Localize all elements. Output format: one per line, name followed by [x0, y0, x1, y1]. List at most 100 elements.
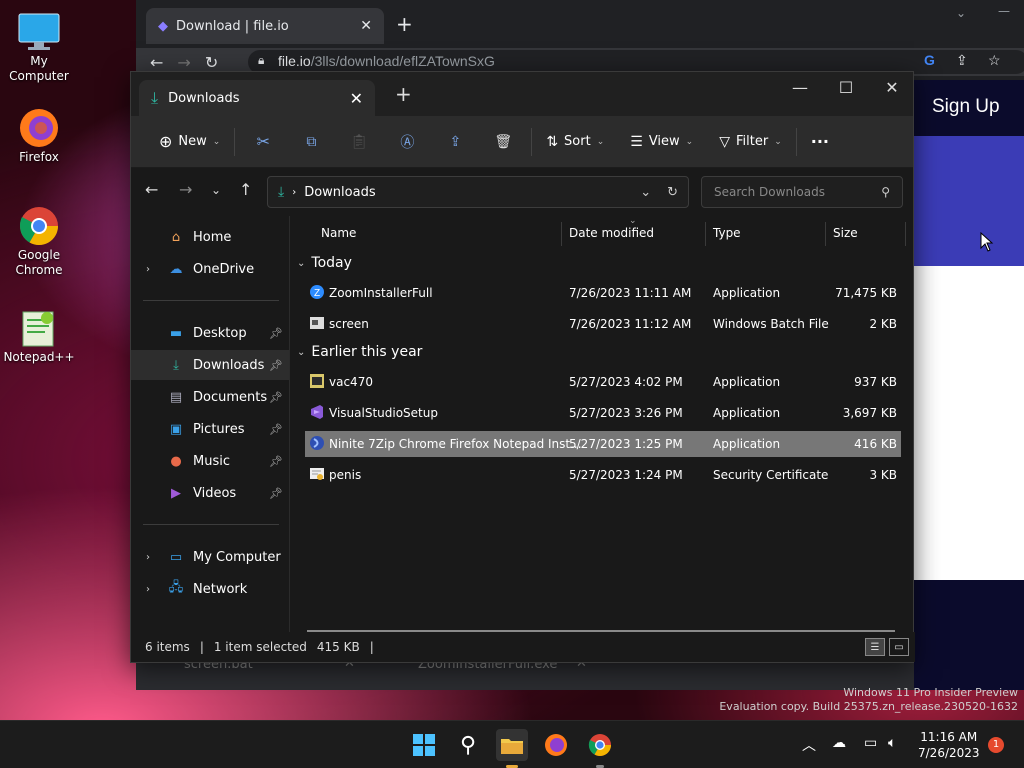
search-input[interactable]: Search Downloads ⚲ [701, 176, 903, 208]
desktop-icon-my-computer[interactable]: My Computer [0, 10, 78, 84]
chevron-down-icon: ⌄ [774, 136, 782, 147]
pin-icon[interactable]: 📌︎ [269, 487, 283, 500]
delete-button[interactable]: 🗑︎ [479, 126, 527, 158]
new-button[interactable]: ⊕ New ⌄ [149, 126, 230, 158]
explorer-tab[interactable]: ⤓ Downloads ✕ [139, 80, 375, 116]
recent-locations-chevron-icon[interactable]: ⌄ [211, 183, 221, 197]
sidebar-item-my-computer[interactable]: › ▭ My Computer [131, 542, 289, 572]
more-options-button[interactable]: ··· [801, 126, 839, 158]
chevron-down-icon[interactable]: ⌄ [640, 185, 651, 200]
star-icon[interactable]: ☆ [988, 52, 1001, 69]
cut-button[interactable]: ✂ [239, 126, 287, 158]
sidebar-item-videos[interactable]: ▶ Videos 📌︎ [131, 478, 289, 508]
copy-button[interactable]: ⧉ [287, 126, 335, 158]
sign-up-button[interactable]: Sign Up [914, 80, 1024, 136]
close-icon[interactable]: ✕ [350, 89, 363, 108]
file-size: 416 KB [854, 437, 897, 451]
firefox-taskbar-button[interactable] [540, 729, 572, 761]
sidebar-item-desktop[interactable]: ▬ Desktop 📌︎ [131, 318, 289, 348]
share-button[interactable]: ⇪ [431, 126, 479, 158]
file-row[interactable]: Z ZoomInstallerFull 7/26/2023 11:11 AM A… [305, 280, 901, 306]
column-divider[interactable] [561, 222, 562, 246]
view-button[interactable]: ☰ View ⌄ [620, 126, 703, 158]
expand-chevron-icon[interactable]: › [131, 584, 165, 595]
minimize-button[interactable]: — [777, 78, 823, 97]
status-item-count: 6 items [145, 640, 190, 654]
search-button[interactable]: ⚲ [452, 729, 484, 761]
column-divider[interactable] [705, 222, 706, 246]
toolbar-divider [795, 127, 797, 156]
sidebar-item-network[interactable]: › 🖧︎ Network [131, 574, 289, 604]
back-arrow-icon[interactable]: ← [145, 180, 158, 199]
breadcrumb-item[interactable]: Downloads [304, 185, 375, 200]
system-clock[interactable]: 11:16 AM 7/26/2023 [918, 729, 980, 761]
up-arrow-icon[interactable]: ↑ [239, 180, 252, 199]
expand-chevron-icon[interactable]: › [131, 264, 165, 275]
no-network-icon[interactable]: ☁︎ [832, 735, 846, 751]
notification-badge[interactable]: 1 [988, 737, 1004, 753]
pin-icon[interactable]: 📌︎ [269, 327, 283, 340]
group-header-today[interactable]: ⌄ Today [297, 255, 352, 271]
forward-arrow-icon[interactable]: → [179, 180, 192, 199]
forward-arrow-icon[interactable]: → [177, 53, 190, 72]
refresh-icon[interactable]: ↻ [667, 185, 678, 200]
navigation-bar: ← → ⌄ ↑ ⤓ › Downloads ⌄ ↻ Search Downloa… [131, 168, 913, 216]
address-breadcrumb[interactable]: ⤓ › Downloads ⌄ ↻ [267, 176, 689, 208]
show-hidden-icons-chevron-icon[interactable]: ︿ [802, 735, 816, 755]
file-date: 7/26/2023 11:11 AM [569, 286, 692, 300]
reload-icon[interactable]: ↻ [205, 53, 218, 72]
column-header-type[interactable]: Type [713, 226, 741, 240]
tiles-view-button[interactable]: ▭ [889, 638, 909, 656]
file-explorer-taskbar-button[interactable] [496, 729, 528, 761]
file-row[interactable]: screen 7/26/2023 11:12 AM Windows Batch … [305, 311, 901, 337]
chrome-taskbar-button[interactable] [584, 729, 616, 761]
sidebar-item-music[interactable]: ● Music 📌︎ [131, 446, 289, 476]
column-divider[interactable] [905, 222, 906, 246]
details-view-button[interactable]: ☰ [865, 638, 885, 656]
group-header-earlier-this-year[interactable]: ⌄ Earlier this year [297, 344, 422, 360]
file-row-selected[interactable]: Ninite 7Zip Chrome Firefox Notepad Inst.… [305, 431, 901, 457]
filter-button[interactable]: ▽ Filter ⌄ [709, 126, 792, 158]
sidebar-item-pictures[interactable]: ▣ Pictures 📌︎ [131, 414, 289, 444]
maximize-button[interactable]: ☐ [823, 78, 869, 97]
desktop-icon-chrome[interactable]: Google Chrome [0, 204, 78, 278]
minimize-icon[interactable]: — [998, 4, 1010, 18]
close-icon[interactable]: ✕ [360, 18, 372, 34]
sidebar-item-onedrive[interactable]: › ☁ OneDrive [131, 254, 289, 284]
column-divider[interactable] [825, 222, 826, 246]
new-tab-button[interactable]: + [395, 82, 412, 106]
share-icon[interactable]: ⇪ [956, 52, 968, 69]
file-row[interactable]: vac470 5/27/2023 4:02 PM Application 937… [305, 369, 901, 395]
close-window-button[interactable]: ✕ [869, 78, 915, 97]
browser-tab[interactable]: ◆ Download | file.io ✕ [146, 8, 384, 44]
folder-icon [501, 739, 523, 754]
desktop-icon-firefox[interactable]: Firefox [0, 106, 78, 165]
pane-splitter[interactable] [289, 216, 290, 640]
column-header-size[interactable]: Size [833, 226, 858, 240]
sort-button[interactable]: ⇅ Sort ⌄ [536, 126, 614, 158]
display-icon[interactable]: ▭ [864, 735, 877, 751]
sidebar-item-label: Documents [193, 389, 268, 405]
google-icon[interactable]: G [924, 52, 935, 68]
column-header-date-modified[interactable]: Date modified [569, 226, 654, 240]
file-row[interactable]: penis 5/27/2023 1:24 PM Security Certifi… [305, 462, 901, 488]
desktop-icon-notepadpp[interactable]: Notepad++ [0, 306, 78, 365]
file-row[interactable]: VisualStudioSetup 5/27/2023 3:26 PM Appl… [305, 400, 901, 426]
expand-chevron-icon[interactable]: › [131, 552, 165, 563]
sidebar-item-documents[interactable]: ▤ Documents 📌︎ [131, 382, 289, 412]
start-button[interactable] [408, 729, 440, 761]
paste-button[interactable]: 📋︎ [335, 126, 383, 158]
pin-icon[interactable]: 📌︎ [269, 423, 283, 436]
sidebar-item-home[interactable]: ⌂ Home [131, 222, 289, 252]
pin-icon[interactable]: 📌︎ [269, 391, 283, 404]
file-name: vac470 [329, 375, 373, 389]
pin-icon[interactable]: 📌︎ [269, 455, 283, 468]
sidebar-item-downloads[interactable]: ⤓ Downloads 📌︎ [131, 350, 289, 380]
pin-icon[interactable]: 📌︎ [269, 359, 283, 372]
new-tab-button[interactable]: + [396, 12, 413, 36]
back-arrow-icon[interactable]: ← [150, 53, 163, 72]
volume-icon[interactable]: 🔈︎ [888, 735, 896, 751]
chevron-down-icon[interactable]: ⌄ [956, 6, 966, 20]
rename-button[interactable]: Ⓐ [383, 126, 431, 158]
column-header-name[interactable]: Name [321, 226, 356, 240]
